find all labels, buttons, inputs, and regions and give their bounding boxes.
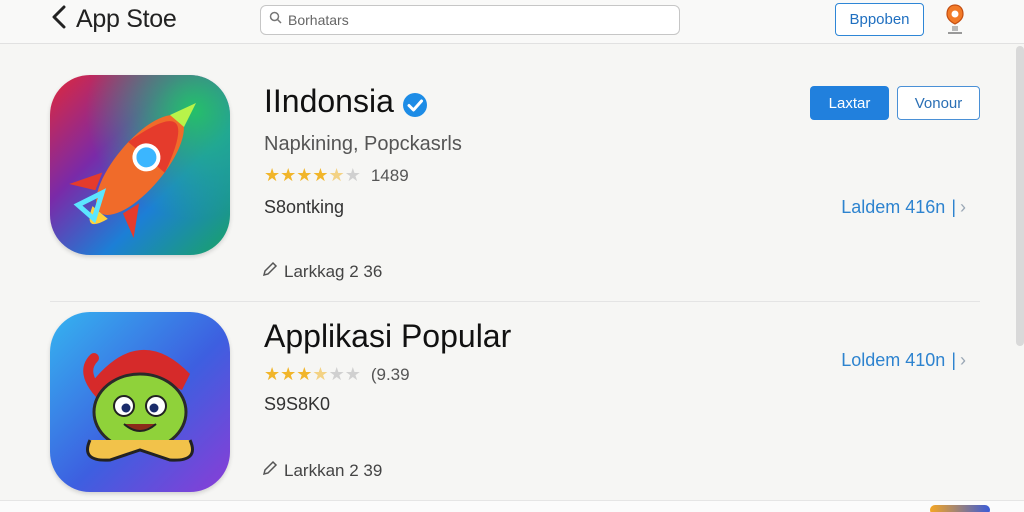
details-link-label: Laldem 416n [841,197,946,217]
top-bar: App Stoe Bppoben [0,0,1024,44]
notification-icon[interactable] [943,2,967,36]
app-meta: S8ontking [264,197,345,217]
details-link[interactable]: Laldem 416n | › [841,197,966,218]
search-input[interactable] [288,12,668,28]
rating: ★★★★★★ 1489 [264,165,409,186]
next-list-item-edge [0,500,1024,512]
search-icon [269,11,282,29]
chevron-left-icon [50,5,68,34]
app-name: Applikasi Popular [264,318,512,354]
details-link[interactable]: Loldem 410n | › [841,350,966,371]
details-link-label: Loldem 410n [841,350,946,370]
app-title: Applikasi Popular [264,318,511,355]
footnote-text: Larkkan 2 39 [284,460,383,480]
secondary-button[interactable]: Vonour [897,86,980,120]
search-bar[interactable] [260,5,680,35]
app-subtitle: Napkining, Popckasrls [264,133,462,155]
app-list-item[interactable]: Applikasi Popular ★★★★★★ (9.39 S9S8K0 La… [0,302,1010,500]
app-title: IIndonsia [264,83,428,120]
app-meta: S9S8K0 [264,394,331,414]
next-app-icon [930,505,990,512]
chevron-right-icon: › [960,197,966,217]
rating: ★★★★★★ (9.39 [264,364,410,385]
app-footnote: Larkkan 2 39 [262,460,382,481]
verified-badge-icon [402,89,428,117]
rating-count: (9.39 [370,364,410,384]
app-footnote: Larkkag 2 36 [262,261,382,282]
primary-button[interactable]: Laxtar [810,86,889,120]
pencil-icon [262,460,284,481]
footnote-text: Larkkag 2 36 [284,261,383,281]
top-action-button[interactable]: Bppoben [835,3,924,36]
app-list-item[interactable]: IIndonsia Napkining, Popckasrls ★★★★★★ 1… [0,45,1010,301]
separator: | [951,350,956,370]
back-button[interactable]: App Stoe [50,4,177,34]
chevron-right-icon: › [960,350,966,370]
back-label: App Stoe [76,4,177,33]
star-rating-icon: ★★★★★★ [264,165,361,185]
pencil-icon [262,261,284,282]
star-rating-icon: ★★★★★★ [264,364,361,384]
rating-count: 1489 [370,165,409,185]
separator: | [951,197,956,217]
cartoon-character-icon[interactable] [50,312,230,492]
rocket-icon[interactable] [50,75,230,255]
app-name: IIndonsia [264,83,394,119]
scrollbar[interactable] [1016,46,1024,346]
